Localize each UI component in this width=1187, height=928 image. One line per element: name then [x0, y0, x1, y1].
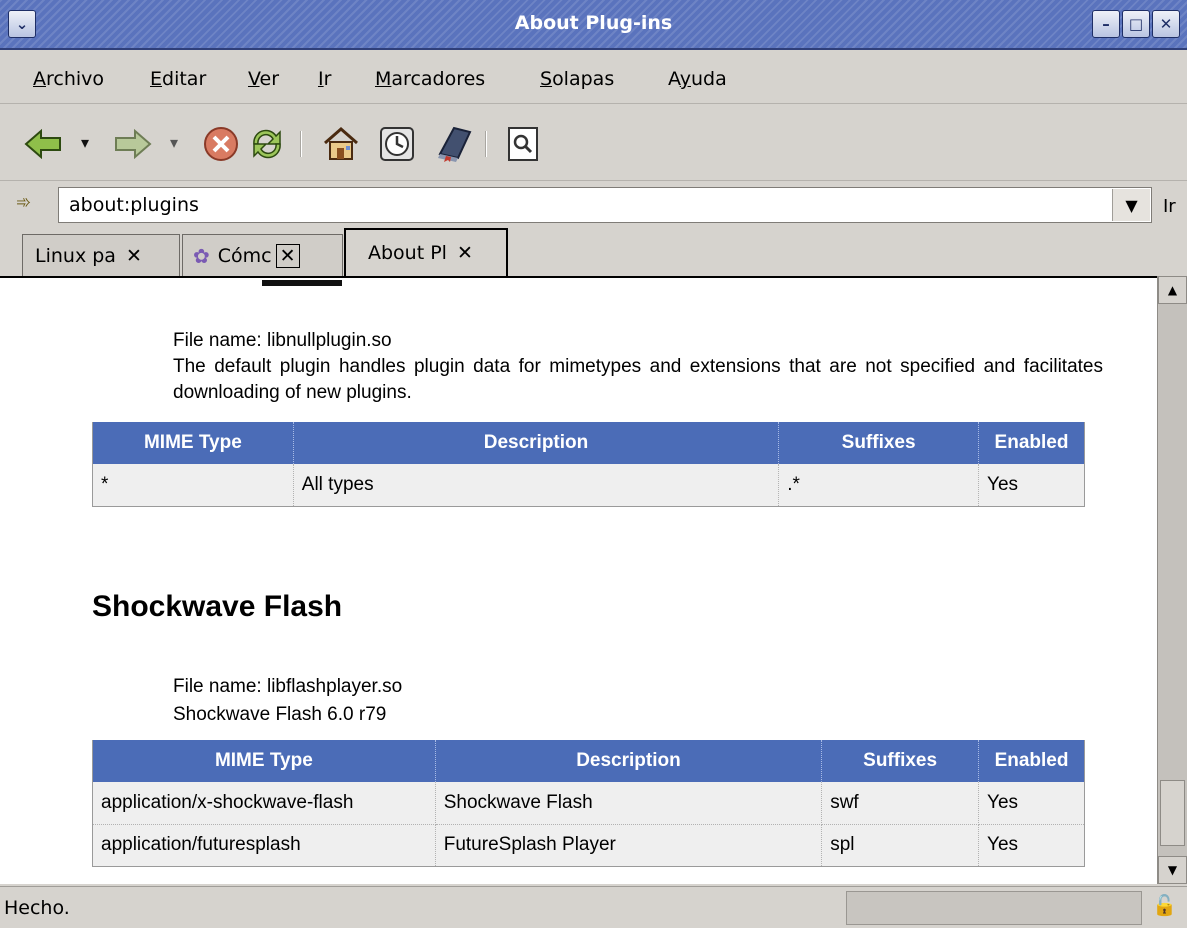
- close-tab-icon[interactable]: ✕: [275, 243, 300, 268]
- status-bar: Hecho. 🔓: [0, 886, 1187, 928]
- home-button[interactable]: [318, 121, 364, 167]
- progress-bar: [846, 891, 1142, 925]
- cell-mime: application/futuresplash: [92, 824, 436, 867]
- arrow-down-icon: ▼: [1167, 863, 1178, 877]
- stop-icon: [204, 127, 238, 161]
- default-plugin-description: The default plugin handles plugin data f…: [173, 356, 1103, 403]
- bookmarks-icon: [438, 126, 472, 162]
- flash-plugin-mime-table: MIME Type Description Suffixes Enabled a…: [92, 740, 1085, 867]
- location-arrow-icon: ➾: [16, 192, 32, 213]
- home-icon: [324, 127, 358, 160]
- scroll-up-button[interactable]: ▲: [1158, 276, 1187, 304]
- cell-description: FutureSplash Player: [435, 824, 823, 867]
- cell-description: Shockwave Flash: [435, 782, 823, 825]
- menu-solapas[interactable]: Solapas: [540, 68, 614, 90]
- stop-button[interactable]: [198, 121, 244, 167]
- forward-button[interactable]: [110, 121, 156, 167]
- search-icon: [508, 127, 538, 161]
- tab-linux[interactable]: Linux pa ✕: [22, 234, 180, 276]
- title-bar[interactable]: ⌄ About Plug-ins – □ ✕: [0, 0, 1187, 50]
- status-text: Hecho.: [4, 897, 70, 919]
- flash-plugin-description: Shockwave Flash 6.0 r79: [173, 704, 387, 725]
- menu-ir[interactable]: Ir: [318, 68, 331, 90]
- col-header-mime-type: MIME Type: [92, 740, 436, 782]
- menu-marcadores[interactable]: Marcadores: [375, 68, 485, 90]
- reload-button[interactable]: [244, 121, 290, 167]
- close-tab-icon[interactable]: ✕: [457, 242, 473, 264]
- col-header-enabled: Enabled: [978, 422, 1085, 464]
- tab-label: About Pl: [368, 242, 447, 264]
- forward-icon: [115, 129, 152, 159]
- menu-archivo[interactable]: Archivo: [33, 68, 104, 90]
- col-header-description: Description: [293, 422, 780, 464]
- col-header-mime-type: MIME Type: [92, 422, 294, 464]
- back-history-dropdown[interactable]: ▾: [81, 133, 89, 152]
- menu-bar: Archivo Editar Ver Ir Marcadores Solapas…: [0, 52, 1187, 104]
- menu-ver[interactable]: Ver: [248, 68, 279, 90]
- close-tab-icon[interactable]: ✕: [126, 245, 142, 267]
- cell-enabled: Yes: [978, 782, 1085, 825]
- cell-mime: application/x-shockwave-flash: [92, 782, 436, 825]
- maximize-button[interactable]: □: [1122, 10, 1150, 38]
- arrow-up-icon: ▲: [1167, 283, 1178, 297]
- scroll-down-button[interactable]: ▼: [1158, 856, 1187, 884]
- location-bar: ➾ about:plugins ▼ Ir: [0, 182, 1187, 228]
- table-row: * All types .* Yes: [92, 464, 1085, 507]
- history-button[interactable]: [374, 121, 420, 167]
- tab-bar: Linux pa ✕ ✿ Cómc ✕ About Pl ✕: [0, 228, 1187, 276]
- close-icon: ✕: [1159, 15, 1173, 33]
- security-lock-icon[interactable]: 🔓: [1152, 893, 1177, 917]
- print-preview-button[interactable]: [500, 121, 546, 167]
- tab-label: Linux pa: [35, 244, 116, 267]
- table-row: application/x-shockwave-flash Shockwave …: [92, 782, 1085, 825]
- history-icon: [380, 127, 414, 161]
- menu-editar[interactable]: Editar: [150, 68, 206, 90]
- back-button[interactable]: [20, 121, 66, 167]
- col-header-suffixes: Suffixes: [821, 740, 980, 782]
- default-plugin-filename: File name: libnullplugin.so: [173, 330, 392, 351]
- url-input[interactable]: about:plugins: [58, 187, 1152, 223]
- tab-label: Cómc: [217, 244, 272, 267]
- cell-description: All types: [293, 464, 780, 507]
- col-header-suffixes: Suffixes: [778, 422, 980, 464]
- close-window-button[interactable]: ✕: [1152, 10, 1180, 38]
- cell-mime: *: [92, 464, 294, 507]
- cell-suffixes: spl: [821, 824, 980, 867]
- cell-suffixes: .*: [778, 464, 980, 507]
- default-plugin-mime-table: MIME Type Description Suffixes Enabled *…: [92, 422, 1085, 507]
- col-header-description: Description: [435, 740, 823, 782]
- col-header-enabled: Enabled: [978, 740, 1085, 782]
- flash-plugin-filename: File name: libflashplayer.so: [173, 676, 403, 697]
- bookmarks-button[interactable]: [430, 121, 476, 167]
- forward-history-dropdown[interactable]: ▾: [170, 133, 178, 152]
- tab-about-plugins[interactable]: About Pl ✕: [344, 228, 508, 276]
- reload-icon: [253, 129, 281, 159]
- chevron-down-icon: ▼: [1125, 195, 1138, 215]
- tab-como[interactable]: ✿ Cómc ✕: [182, 234, 343, 276]
- minimize-icon: –: [1102, 15, 1110, 33]
- scroll-thumb[interactable]: [1160, 780, 1185, 846]
- window-title: About Plug-ins: [514, 12, 673, 34]
- url-dropdown-button[interactable]: ▼: [1112, 189, 1150, 221]
- cell-enabled: Yes: [978, 464, 1085, 507]
- plugin-title-shockwave: Shockwave Flash: [92, 590, 343, 623]
- go-button[interactable]: Ir: [1163, 196, 1176, 217]
- navigation-toolbar: ▾ ▾: [0, 105, 1187, 181]
- menu-ayuda[interactable]: Ayuda: [668, 68, 727, 90]
- maximize-icon: □: [1128, 15, 1144, 33]
- cell-enabled: Yes: [978, 824, 1085, 867]
- url-text: about:plugins: [69, 194, 199, 216]
- vertical-scrollbar[interactable]: ▲ ▼: [1157, 276, 1187, 884]
- cell-suffixes: swf: [821, 782, 980, 825]
- clipped-heading: [262, 278, 342, 286]
- back-icon: [24, 129, 61, 159]
- table-row: application/futuresplash FutureSplash Pl…: [92, 824, 1085, 867]
- minimize-button[interactable]: –: [1092, 10, 1120, 38]
- page-content: File name: libnullplugin.so The default …: [0, 276, 1157, 884]
- page-favicon-icon: ✿: [193, 243, 210, 268]
